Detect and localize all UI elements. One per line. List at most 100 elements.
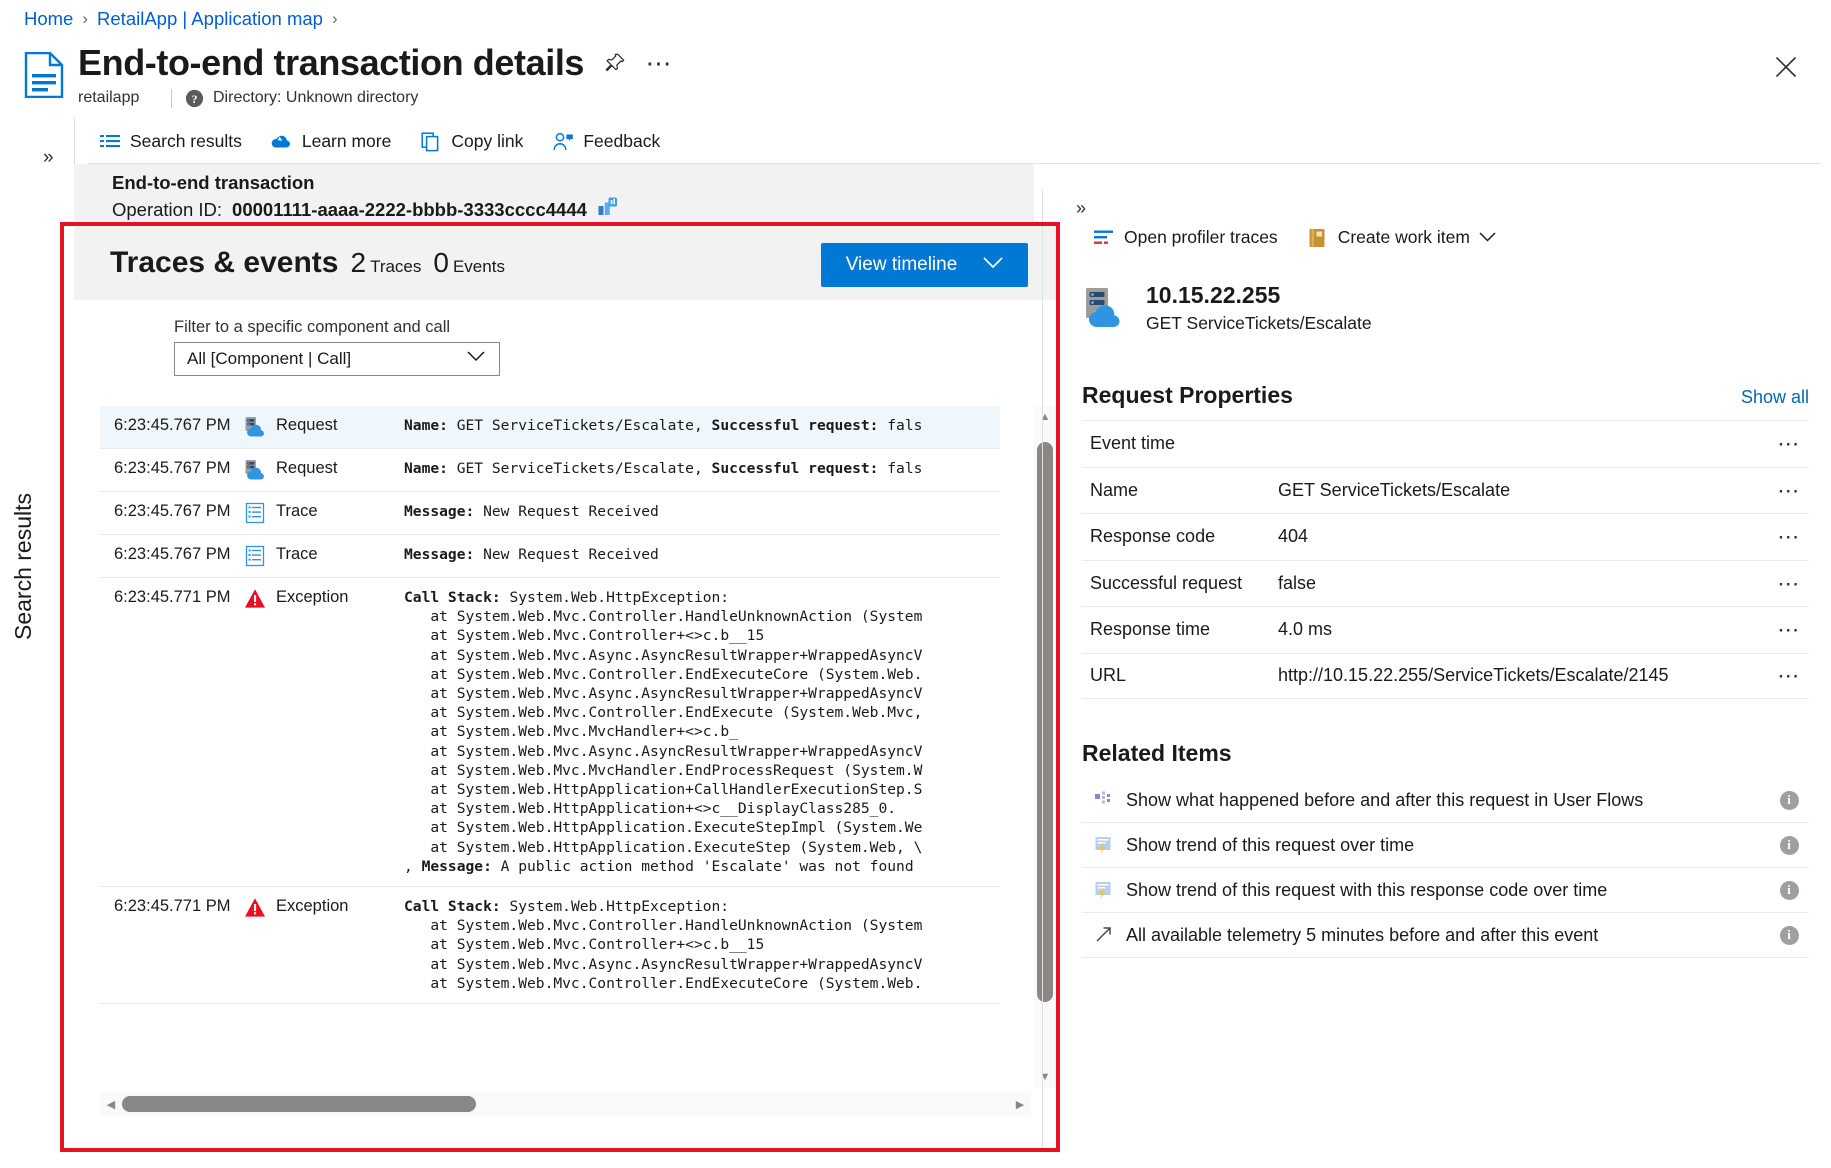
scroll-right-arrow-icon[interactable]: ▶: [1009, 1092, 1031, 1116]
help-icon[interactable]: ?: [185, 89, 204, 108]
command-create-work-item[interactable]: Create work item: [1292, 222, 1510, 253]
related-item-row[interactable]: All available telemetry 5 minutes before…: [1082, 913, 1809, 958]
trace-row-detail: Name: GET ServiceTickets/Escalate, Succe…: [404, 459, 1000, 478]
copy-icon: [419, 130, 442, 153]
property-key: Event time: [1082, 433, 1278, 454]
work-item-icon: [1306, 226, 1329, 249]
property-value: GET ServiceTickets/Escalate: [1278, 480, 1769, 501]
request-server-icon: [1082, 285, 1130, 331]
details-command-bar: Open profiler traces Create work item: [1082, 222, 1510, 253]
trace-row-type: Request: [244, 459, 404, 481]
horizontal-scrollbar-thumb[interactable]: [122, 1096, 476, 1112]
more-options-button[interactable]: ⋯: [646, 50, 672, 76]
command-bar: Search results Learn more Copy link: [88, 120, 1821, 164]
component-call-filter-select[interactable]: All [Component | Call]: [174, 342, 500, 376]
divider: [171, 89, 172, 108]
show-all-link[interactable]: Show all: [1741, 387, 1809, 408]
details-pane: Open profiler traces Create work item: [1060, 190, 1831, 1168]
trace-row-type: Trace: [244, 502, 404, 524]
vertical-scrollbar-thumb[interactable]: [1037, 442, 1053, 1002]
scroll-left-arrow-icon[interactable]: ◀: [100, 1092, 122, 1116]
trace-row-detail: Message: New Request Received: [404, 545, 1000, 564]
trend-icon: [1082, 880, 1126, 900]
property-more-button[interactable]: ⋯: [1769, 531, 1809, 542]
events-count-number: 0: [433, 247, 449, 279]
copy-insights-icon[interactable]: [597, 196, 619, 223]
svg-text:?: ?: [192, 92, 198, 106]
trace-row-type-label: Request: [276, 416, 337, 435]
trace-row-detail: Call Stack: System.Web.HttpException: at…: [404, 588, 1000, 876]
operation-id-value: 00001111-aaaa-2222-bbbb-3333cccc4444: [232, 199, 587, 221]
command-label: Search results: [130, 131, 242, 152]
request-properties-header: Request Properties Show all: [1082, 382, 1809, 409]
command-label: Feedback: [583, 131, 660, 152]
related-item-row[interactable]: Show trend of this request over timei: [1082, 823, 1809, 868]
property-row: Response code404⋯: [1082, 513, 1809, 560]
scroll-down-arrow-icon[interactable]: ▼: [1034, 1066, 1056, 1088]
command-label: Learn more: [302, 131, 392, 152]
trace-row-type: Request: [244, 416, 404, 438]
expand-rail-chevron-icon[interactable]: »: [43, 147, 54, 169]
info-icon[interactable]: i: [1769, 791, 1809, 810]
search-results-vertical-label: Search results: [10, 493, 37, 640]
property-more-button[interactable]: ⋯: [1769, 438, 1809, 449]
command-feedback[interactable]: Feedback: [537, 126, 674, 157]
list-icon: [98, 130, 121, 153]
divider: [1042, 190, 1043, 1148]
property-more-button[interactable]: ⋯: [1769, 485, 1809, 496]
trace-row[interactable]: 6:23:45.771 PMExceptionCall Stack: Syste…: [100, 887, 1000, 1004]
command-label: Create work item: [1338, 227, 1470, 248]
trace-row-time: 6:23:45.767 PM: [100, 502, 244, 521]
command-open-profiler-traces[interactable]: Open profiler traces: [1082, 222, 1292, 253]
breadcrumb-item-retailapp[interactable]: RetailApp | Application map: [97, 8, 323, 30]
transaction-heading: End-to-end transaction: [112, 172, 314, 194]
trace-row[interactable]: 6:23:45.767 PMRequestName: GET ServiceTi…: [100, 406, 1000, 449]
traces-count: 2 Traces: [350, 247, 421, 279]
command-learn-more[interactable]: Learn more: [256, 126, 406, 157]
view-timeline-button[interactable]: View timeline: [821, 243, 1028, 287]
property-more-button[interactable]: ⋯: [1769, 578, 1809, 589]
vertical-scrollbar[interactable]: ▲ ▼: [1034, 406, 1056, 1088]
property-value: false: [1278, 573, 1769, 594]
operation-id-label: Operation ID:: [112, 199, 222, 221]
related-item-row[interactable]: Show what happened before and after this…: [1082, 778, 1809, 823]
property-more-button[interactable]: ⋯: [1769, 624, 1809, 635]
trace-row-detail: Name: GET ServiceTickets/Escalate, Succe…: [404, 416, 1000, 435]
user-flows-icon: [1082, 790, 1126, 810]
property-more-button[interactable]: ⋯: [1769, 670, 1809, 681]
horizontal-scrollbar[interactable]: ◀ ▶: [100, 1092, 1031, 1116]
command-label: Open profiler traces: [1124, 227, 1278, 248]
breadcrumb-item-home[interactable]: Home: [24, 8, 73, 30]
divider: [74, 118, 75, 164]
property-row: NameGET ServiceTickets/Escalate⋯: [1082, 467, 1809, 514]
command-search-results[interactable]: Search results: [88, 126, 256, 157]
related-item-row[interactable]: Show trend of this request with this res…: [1082, 868, 1809, 913]
trace-row-time: 6:23:45.771 PM: [100, 897, 244, 916]
close-icon[interactable]: [1769, 50, 1803, 84]
trace-row-time: 6:23:45.767 PM: [100, 545, 244, 564]
trace-row[interactable]: 6:23:45.767 PMTraceMessage: New Request …: [100, 535, 1000, 578]
trace-row[interactable]: 6:23:45.767 PMRequestName: GET ServiceTi…: [100, 449, 1000, 492]
chevron-down-icon: [983, 254, 1003, 276]
info-icon[interactable]: i: [1769, 926, 1809, 945]
related-item-label: Show trend of this request over time: [1126, 835, 1769, 856]
info-icon[interactable]: i: [1769, 881, 1809, 900]
request-server-icon: [244, 416, 266, 438]
trace-row-type-label: Exception: [276, 897, 348, 916]
trace-row-time: 6:23:45.767 PM: [100, 459, 244, 478]
trace-row-detail: Message: New Request Received: [404, 502, 1000, 521]
property-row: Response time4.0 ms⋯: [1082, 606, 1809, 653]
cloud-icon: [270, 130, 293, 153]
command-copy-link[interactable]: Copy link: [405, 126, 537, 157]
property-row: Event time ⋯: [1082, 420, 1809, 467]
info-icon[interactable]: i: [1769, 836, 1809, 855]
scroll-up-arrow-icon[interactable]: ▲: [1034, 406, 1056, 428]
traces-list-scroller[interactable]: 6:23:45.767 PMRequestName: GET ServiceTi…: [100, 406, 1000, 1088]
trace-row-type: Exception: [244, 897, 404, 919]
trace-row[interactable]: 6:23:45.767 PMTraceMessage: New Request …: [100, 492, 1000, 535]
property-row: Successful requestfalse⋯: [1082, 560, 1809, 607]
pin-icon[interactable]: [602, 50, 628, 76]
trace-list-icon: [244, 545, 266, 567]
trace-row-type: Trace: [244, 545, 404, 567]
trace-row[interactable]: 6:23:45.771 PMExceptionCall Stack: Syste…: [100, 578, 1000, 887]
